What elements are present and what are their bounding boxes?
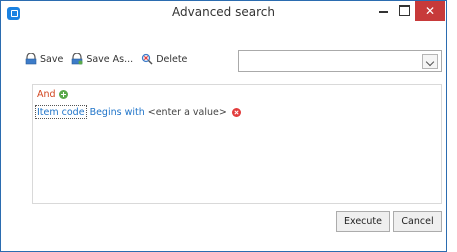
group-operator[interactable]: And [37,89,56,100]
delete-icon [142,53,153,65]
chevron-down-icon[interactable] [422,54,438,69]
save-as-label: Save As... [86,53,134,65]
save-icon [25,53,37,65]
save-button[interactable]: Save [25,53,63,65]
save-as-icon [72,53,83,65]
filter-builder: And Item code Begins with <enter a value… [32,84,442,204]
condition-operator[interactable]: Begins with [90,107,145,118]
advanced-search-window: Advanced search ✕ Save Save As... Delete… [0,0,447,252]
title-bar[interactable]: Advanced search ✕ [1,1,446,25]
cancel-button[interactable]: Cancel [393,211,442,232]
condition-field[interactable]: Item code [35,105,87,119]
delete-button[interactable]: Delete [141,53,187,65]
minimize-button[interactable] [374,1,394,21]
execute-button[interactable]: Execute [336,211,390,232]
save-label: Save [40,53,64,65]
group-row: And [37,89,68,100]
close-button[interactable]: ✕ [415,1,445,21]
delete-label: Delete [156,53,188,65]
search-toolbar: Save Save As... Delete [25,51,187,67]
condition-value[interactable]: <enter a value> [148,107,227,118]
save-as-button[interactable]: Save As... [71,53,133,65]
add-condition-icon[interactable] [58,90,68,99]
maximize-button[interactable] [394,1,414,21]
saved-search-select[interactable] [238,50,442,72]
remove-condition-icon[interactable] [231,107,241,117]
condition-row: Item code Begins with <enter a value> [35,105,241,119]
background-strip [447,0,457,252]
